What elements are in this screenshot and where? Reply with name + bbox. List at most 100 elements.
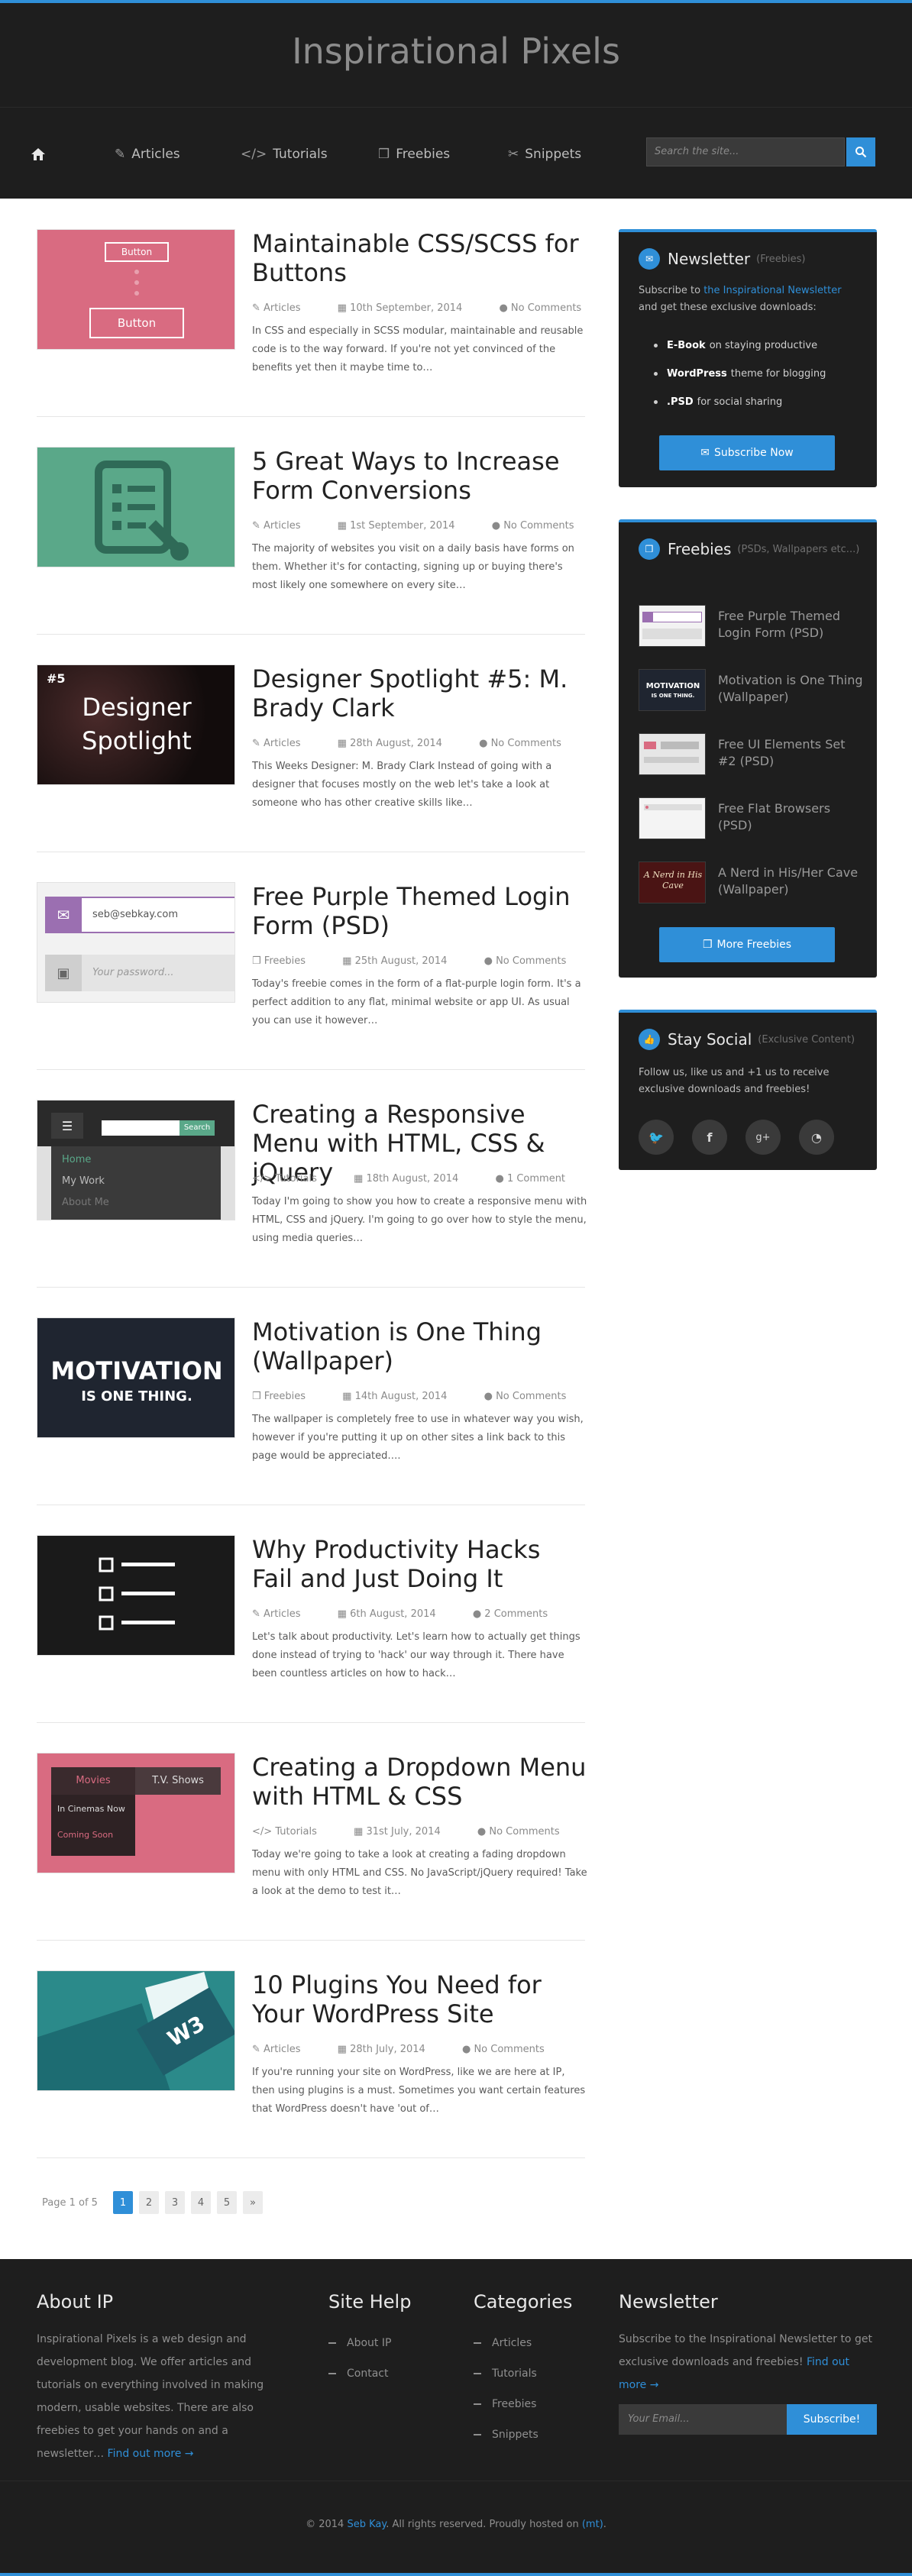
item-text: theme for blogging <box>730 368 826 380</box>
post-title[interactable]: Why Productivity Hacks Fail and Just Doi… <box>252 1535 588 1593</box>
footer-link[interactable]: Snippets <box>474 2419 596 2450</box>
post-meta: </> Tutorials ▦ 31st July, 2014 ● No Com… <box>252 1826 588 1837</box>
freebie-item[interactable]: MOTIVATION IS ONE THING. Motivation is O… <box>639 669 868 715</box>
freebie-item[interactable]: Free UI Elements Set #2 (PSD) <box>639 733 868 779</box>
date-label: 1st September, 2014 <box>350 520 455 532</box>
mail-icon: ✉ <box>639 248 660 270</box>
post-comments[interactable]: ● No Comments <box>479 738 578 749</box>
item-text: for social sharing <box>697 396 783 408</box>
page-link[interactable]: 5 <box>216 2191 237 2214</box>
post-category[interactable]: ❒ Freebies <box>252 955 322 967</box>
post-title[interactable]: Designer Spotlight #5: M. Brady Clark <box>252 664 588 722</box>
post-comments[interactable]: ● 1 Comment <box>495 1173 582 1185</box>
page-link[interactable]: 4 <box>190 2191 211 2214</box>
post-item: ☰ Search Home My Work About Me Creating … <box>37 1100 587 1294</box>
google-plus-icon[interactable]: g+ <box>745 1120 781 1155</box>
freebie-item[interactable]: A Nerd in His Cave A Nerd in His/Her Cav… <box>639 861 868 907</box>
subscribe-button[interactable]: Subscribe! <box>787 2404 877 2435</box>
footer-link[interactable]: Contact <box>328 2358 435 2389</box>
post-comments[interactable]: ● 2 Comments <box>473 1608 564 1620</box>
edit-icon: ✎ <box>115 147 126 162</box>
post-category[interactable]: ✎ Articles <box>252 2044 318 2055</box>
post-category[interactable]: ✎ Articles <box>252 520 318 532</box>
post-category[interactable]: ✎ Articles <box>252 738 318 749</box>
post-date: ▦ 28th August, 2014 <box>337 738 442 749</box>
post-category[interactable]: ❒ Freebies <box>252 1391 322 1402</box>
host-link[interactable]: (mt) <box>582 2519 603 2530</box>
post-item: ✉ seb@sebkay.com ▣ Your password... Free… <box>37 882 585 1077</box>
post-comments[interactable]: ● No Comments <box>499 302 598 314</box>
post-excerpt: Today I'm going to show you how to creat… <box>252 1196 587 1244</box>
post-comments[interactable]: ● No Comments <box>462 2044 561 2055</box>
nav-tutorials[interactable]: </> Tutorials <box>241 141 328 167</box>
thumb-password: Your password... <box>92 967 174 978</box>
post-comments[interactable]: ● No Comments <box>492 520 591 532</box>
more-freebies-button[interactable]: ❒ More Freebies <box>659 927 835 962</box>
next-page-link[interactable]: » <box>242 2191 263 2214</box>
thumb-line1: MOTIVATION <box>50 1356 223 1385</box>
post-category[interactable]: ✎ Articles <box>252 302 318 314</box>
post-thumbnail[interactable]: W3 <box>37 1970 235 2091</box>
post-thumbnail[interactable]: ☰ Search Home My Work About Me <box>37 1100 235 1220</box>
page-link[interactable]: 3 <box>164 2191 185 2214</box>
search-button[interactable] <box>846 137 875 166</box>
post-thumbnail[interactable]: ✉ seb@sebkay.com ▣ Your password... <box>37 882 235 1003</box>
nav-snippets[interactable]: ✂ Snippets <box>508 141 581 167</box>
post-title[interactable]: Creating a Dropdown Menu with HTML & CSS <box>252 1753 588 1811</box>
post-comments[interactable]: ● No Comments <box>484 955 584 967</box>
thumb-item2: Coming Soon <box>57 1830 114 1840</box>
email-field[interactable]: Your Email... <box>619 2404 787 2435</box>
date-label: 28th July, 2014 <box>350 2044 425 2055</box>
footer-link[interactable]: About IP <box>328 2328 435 2358</box>
footer-text: Subscribe to the Inspirational Newslette… <box>619 2328 878 2397</box>
post-thumbnail[interactable]: MOTIVATION IS ONE THING. <box>37 1317 235 1438</box>
about-text: Inspirational Pixels is a web design and… <box>37 2333 264 2460</box>
newsletter-link[interactable]: the Inspirational Newsletter <box>703 285 841 296</box>
list-item: .PSD for social sharing <box>654 388 860 416</box>
thumb-text: A Nerd in His Cave <box>643 870 703 890</box>
freebie-label: Motivation is One Thing (Wallpaper) <box>718 673 863 704</box>
rss-icon[interactable]: ◔ <box>799 1120 834 1155</box>
divider <box>37 1069 585 1070</box>
post-thumbnail[interactable]: #5 Designer Spotlight <box>37 664 235 785</box>
post-comments[interactable]: ● No Comments <box>484 1391 584 1402</box>
facebook-icon[interactable]: f <box>692 1120 727 1155</box>
page-link[interactable]: 2 <box>138 2191 159 2214</box>
author-link[interactable]: Seb Kay <box>347 2519 386 2530</box>
freebie-item[interactable]: Free Purple Themed Login Form (PSD) <box>639 605 868 651</box>
site-title[interactable]: Inspirational Pixels <box>0 31 912 72</box>
post-title[interactable]: Maintainable CSS/SCSS for Buttons <box>252 229 588 287</box>
post-thumbnail[interactable]: Button Button <box>37 229 235 350</box>
post-excerpt: The majority of websites you visit on a … <box>252 543 574 591</box>
widget-text: Follow us, like us and +1 us to receive … <box>639 1067 830 1095</box>
post-category[interactable]: </> Tutorials <box>252 1173 334 1185</box>
subscribe-button[interactable]: ✉ Subscribe Now <box>659 435 835 470</box>
post-category[interactable]: </> Tutorials <box>252 1826 334 1837</box>
post-title[interactable]: 10 Plugins You Need for Your WordPress S… <box>252 1970 588 2028</box>
find-out-more-link[interactable]: Find out more → <box>108 2448 194 2460</box>
footer-link[interactable]: Tutorials <box>474 2358 596 2389</box>
home-icon[interactable] <box>31 141 46 167</box>
twitter-icon[interactable]: 🐦 <box>639 1120 674 1155</box>
post-thumbnail[interactable]: Movies T.V. Shows In Cinemas Now Coming … <box>37 1753 235 1873</box>
post-meta: ❒ Freebies ▦ 25th August, 2014 ● No Comm… <box>252 955 588 967</box>
search-input[interactable]: Search the site... <box>646 137 845 166</box>
post-thumbnail[interactable] <box>37 1535 235 1656</box>
post-title[interactable]: Free Purple Themed Login Form (PSD) <box>252 882 588 940</box>
footer-link[interactable]: Articles <box>474 2328 596 2358</box>
nav-articles[interactable]: ✎ Articles <box>115 141 180 167</box>
post-category[interactable]: ✎ Articles <box>252 1608 318 1620</box>
thumb-line1: Designer <box>82 693 192 722</box>
post-comments[interactable]: ● No Comments <box>477 1826 577 1837</box>
page-link[interactable]: 1 <box>112 2191 133 2214</box>
checklist-icon <box>99 1557 175 1631</box>
post-title[interactable]: Motivation is One Thing (Wallpaper) <box>252 1317 588 1375</box>
footer-link[interactable]: Freebies <box>474 2389 596 2419</box>
post-title[interactable]: 5 Great Ways to Increase Form Conversion… <box>252 447 588 505</box>
freebie-item[interactable]: Free Flat Browsers (PSD) <box>639 797 868 843</box>
help-links: About IP Contact <box>328 2328 435 2389</box>
freebie-label: Free Purple Themed Login Form (PSD) <box>718 609 840 640</box>
mail-icon: ✉ <box>700 447 710 459</box>
post-thumbnail[interactable] <box>37 447 235 567</box>
nav-freebies[interactable]: ❒ Freebies <box>378 141 450 167</box>
